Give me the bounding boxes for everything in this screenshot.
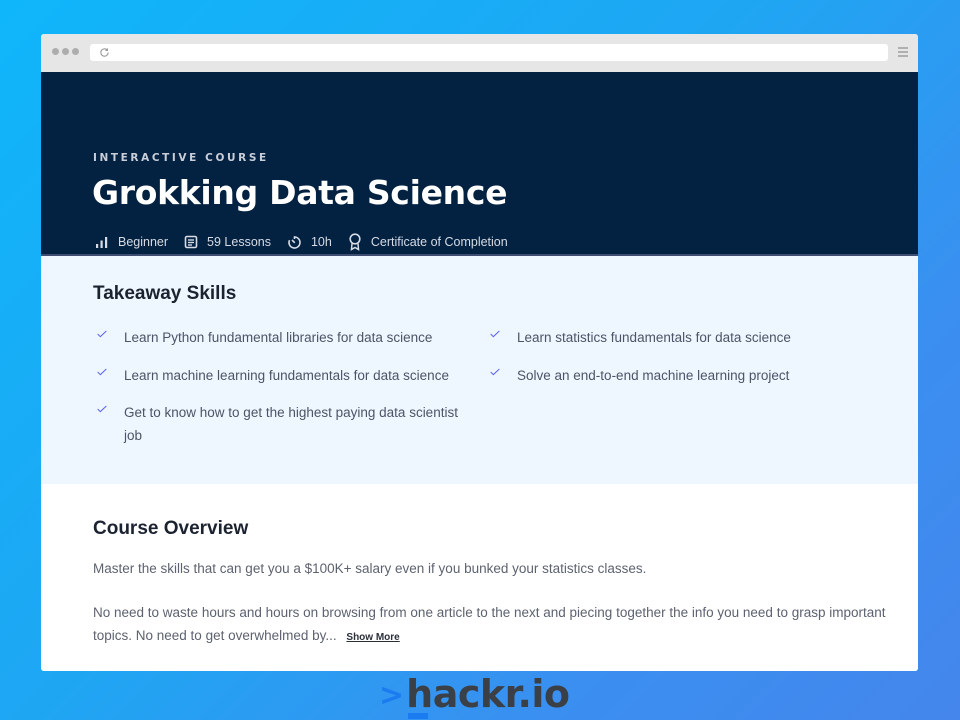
address-bar[interactable] bbox=[90, 44, 888, 61]
takeaway-skills-heading: Takeaway Skills bbox=[93, 283, 237, 304]
window-dot-close[interactable] bbox=[52, 48, 59, 55]
check-icon bbox=[97, 368, 107, 376]
logo-underline bbox=[408, 713, 429, 719]
meta-certificate-label: Certificate of Completion bbox=[370, 235, 508, 249]
meta-lessons: 59 Lessons bbox=[184, 235, 271, 249]
skill-item: Learn statistics fundamentals for data s… bbox=[487, 326, 791, 349]
timer-icon bbox=[288, 235, 301, 249]
check-icon bbox=[490, 330, 500, 338]
meta-duration: 10h bbox=[287, 235, 332, 250]
overview-paragraph: No need to waste hours and hours on brow… bbox=[93, 601, 893, 649]
window-controls bbox=[52, 48, 79, 55]
skill-text: Learn statistics fundamentals for data s… bbox=[517, 330, 791, 345]
takeaway-skills-section: Takeaway Skills Learn Python fundamental… bbox=[41, 256, 918, 484]
browser-chrome bbox=[41, 34, 918, 72]
meta-certificate: Certificate of Completion bbox=[348, 233, 508, 251]
check-icon bbox=[97, 330, 107, 338]
meta-lessons-label: 59 Lessons bbox=[207, 235, 271, 249]
window-dot-minimize[interactable] bbox=[62, 48, 69, 55]
logo-wordmark: hackr.io bbox=[406, 672, 570, 716]
hamburger-menu-icon[interactable] bbox=[898, 47, 908, 57]
skill-item: Learn Python fundamental libraries for d… bbox=[94, 326, 432, 349]
signal-bars-icon bbox=[96, 237, 108, 248]
lessons-icon bbox=[184, 235, 198, 249]
certificate-icon bbox=[349, 233, 361, 251]
meta-level: Beginner bbox=[95, 235, 168, 249]
course-overview-section: Course Overview Master the skills that c… bbox=[41, 484, 918, 671]
logo-chevron: > bbox=[379, 678, 405, 713]
browser-window: INTERACTIVE COURSE Grokking Data Science… bbox=[41, 34, 918, 671]
course-title: Grokking Data Science bbox=[92, 173, 508, 212]
skill-text: Learn machine learning fundamentals for … bbox=[124, 368, 449, 383]
check-icon bbox=[97, 405, 107, 413]
skill-text: Get to know how to get the highest payin… bbox=[124, 405, 458, 443]
course-overview-heading: Course Overview bbox=[93, 518, 249, 539]
show-more-link[interactable]: Show More bbox=[346, 632, 399, 643]
course-meta: Beginner 59 Lessons 10h Certificate of C… bbox=[95, 233, 524, 251]
meta-level-label: Beginner bbox=[118, 235, 169, 249]
skill-item: Get to know how to get the highest payin… bbox=[94, 401, 474, 447]
check-icon bbox=[490, 368, 500, 376]
course-type-label: INTERACTIVE COURSE bbox=[93, 152, 269, 164]
logo-text: hackr.io bbox=[406, 672, 570, 719]
skill-item: Learn machine learning fundamentals for … bbox=[94, 364, 449, 387]
overview-paragraph: Master the skills that can get you a $10… bbox=[93, 561, 647, 576]
course-hero: INTERACTIVE COURSE Grokking Data Science… bbox=[41, 72, 918, 256]
skill-item: Solve an end-to-end machine learning pro… bbox=[487, 364, 789, 387]
hackr-io-logo: > hackr.io bbox=[379, 672, 570, 719]
skill-text: Solve an end-to-end machine learning pro… bbox=[517, 368, 790, 383]
reload-icon[interactable] bbox=[99, 47, 110, 58]
skill-text: Learn Python fundamental libraries for d… bbox=[124, 330, 433, 345]
window-dot-maximize[interactable] bbox=[72, 48, 79, 55]
meta-duration-label: 10h bbox=[310, 235, 332, 249]
overview-paragraph-text: No need to waste hours and hours on brow… bbox=[93, 605, 886, 643]
